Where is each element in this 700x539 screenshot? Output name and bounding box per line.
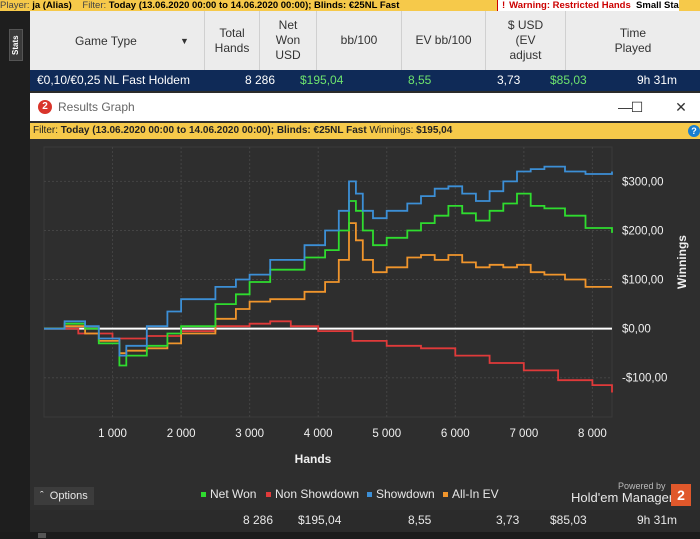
legend-label: Non Showdown — [275, 487, 360, 501]
legend-swatch — [266, 492, 271, 498]
warning-tail: Small Sta — [636, 0, 679, 11]
player-label: Player: — [0, 0, 30, 11]
app-logo-icon: 2 — [38, 100, 52, 114]
window-titlebar[interactable]: 2 Results Graph — ☐ ✕ — [30, 93, 700, 121]
side-panel: Stats — [0, 11, 30, 539]
y-tick-label: -$100,00 — [622, 373, 667, 385]
cell-game-type: €0,10/€0,25 NL Fast Holdem — [37, 73, 190, 87]
y-tick-label: $100,00 — [622, 275, 664, 287]
results-graph-window: 2 Results Graph — ☐ ✕ Filter: Today (13.… — [30, 93, 700, 481]
legend-label: Showdown — [376, 487, 435, 501]
options-label: Options — [49, 490, 88, 502]
column-header-label: Game Type — [75, 34, 137, 48]
results-chart: 1 000 2 000 3 000 4 000 5 000 6 000 7 000 8 000… — [43, 146, 689, 466]
help-icon[interactable]: ? — [688, 125, 700, 137]
filter-label: Filter: — [82, 0, 107, 11]
legend-swatch — [443, 492, 448, 498]
scrollbar-thumb[interactable] — [38, 533, 46, 538]
y-tick-label: $0,00 — [622, 324, 651, 336]
legend-swatch — [367, 492, 372, 498]
legend-net-won[interactable]: Net Won — [201, 487, 256, 501]
cell-time-played: 9h 31m — [637, 73, 678, 87]
x-tick-label: 8 000 — [578, 428, 607, 440]
footer-ev-bb100: 3,73 — [496, 513, 520, 527]
column-bb100[interactable]: bb/100 — [317, 11, 402, 70]
column-ev-bb100[interactable]: EV bb/100 — [402, 11, 486, 70]
graph-footer: ˆ Options Net Won Non Showdown Showdown … — [30, 481, 700, 510]
winnings-value: $195,04 — [416, 125, 453, 136]
horizontal-scrollbar[interactable] — [0, 532, 700, 539]
warning-text: Warning: Restricted Hands — [509, 0, 631, 11]
legend-label: Net Won — [210, 487, 257, 501]
y-tick-label: $200,00 — [622, 225, 664, 237]
chevron-down-icon[interactable]: ▼ — [180, 34, 189, 49]
legend-swatch — [201, 492, 206, 498]
x-tick-label: 1 000 — [98, 428, 127, 440]
column-ev-adjusted[interactable]: $ USD (EV adjust — [486, 11, 566, 70]
x-tick-label: 3 000 — [235, 428, 264, 440]
column-total-hands[interactable]: Total Hands — [205, 11, 260, 70]
x-tick-label: 5 000 — [372, 428, 401, 440]
column-time-played[interactable]: Time Played — [566, 11, 700, 70]
close-icon[interactable]: ✕ — [670, 96, 692, 118]
footer-time-played: 9h 31m — [637, 513, 678, 527]
cell-ev-adjusted: $85,03 — [550, 73, 587, 87]
footer-bb100: 8,55 — [408, 513, 432, 527]
table-row[interactable]: €0,10/€0,25 NL Fast Holdem 8 286 $195,04… — [30, 70, 700, 91]
y-axis-title: Winnings — [675, 235, 689, 289]
x-tick-label: 6 000 — [441, 428, 470, 440]
column-net-won[interactable]: Net Won USD — [260, 11, 317, 70]
warning-icon: ! — [502, 0, 506, 11]
x-tick-label: 2 000 — [167, 428, 196, 440]
cell-bb100: 8,55 — [408, 73, 432, 87]
column-game-type[interactable]: Game Type ▼ — [30, 11, 205, 70]
brand-name: Hold'em Manager — [571, 490, 674, 505]
x-axis-title: Hands — [295, 452, 332, 466]
filter-text[interactable]: Today (13.06.2020 00:00 to 14.06.2020 00… — [109, 0, 400, 11]
x-tick-label: 7 000 — [509, 428, 538, 440]
winnings-label: Winnings: — [369, 125, 414, 136]
window-title: Results Graph — [58, 100, 135, 114]
stats-tab[interactable]: Stats — [9, 29, 23, 61]
options-button[interactable]: ˆ Options — [34, 487, 94, 505]
app-root: Player: ja (Alias) Filter: Today (13.06.… — [0, 0, 700, 539]
graph-filter-bar: Filter: Today (13.06.2020 00:00 to 14.06… — [30, 123, 700, 139]
cell-net-won: $195,04 — [300, 73, 344, 87]
footer-total-hands: 8 286 — [243, 513, 274, 527]
restricted-hands-warning[interactable]: ! Warning: Restricted Hands Small Sta — [497, 0, 679, 11]
legend-showdown[interactable]: Showdown — [367, 487, 435, 501]
graph-filter-label: Filter: — [33, 125, 58, 136]
footer-ev-adjusted: $85,03 — [550, 513, 587, 527]
player-name[interactable]: ja (Alias) — [32, 0, 72, 11]
maximize-icon[interactable]: ☐ — [626, 96, 648, 118]
x-tick-label: 4 000 — [304, 428, 333, 440]
legend-label: All-In EV — [452, 487, 499, 501]
table-header: Game Type ▼ Total Hands Net Won USD bb/1… — [30, 11, 700, 70]
brand-logo: 2 — [671, 484, 691, 506]
legend-all-in-ev[interactable]: All-In EV — [443, 487, 499, 501]
graph-filter-text[interactable]: Today (13.06.2020 00:00 to 14.06.2020 00… — [61, 125, 367, 136]
cell-ev-bb100: 3,73 — [497, 73, 521, 87]
chevron-up-icon: ˆ — [40, 490, 44, 502]
legend-non-showdown[interactable]: Non Showdown — [266, 487, 359, 501]
y-tick-label: $300,00 — [622, 176, 664, 188]
table-footer-row: 8 286 $195,04 8,55 3,73 $85,03 9h 31m — [30, 510, 700, 532]
footer-net-won: $195,04 — [298, 513, 342, 527]
cell-total-hands: 8 286 — [245, 73, 276, 87]
